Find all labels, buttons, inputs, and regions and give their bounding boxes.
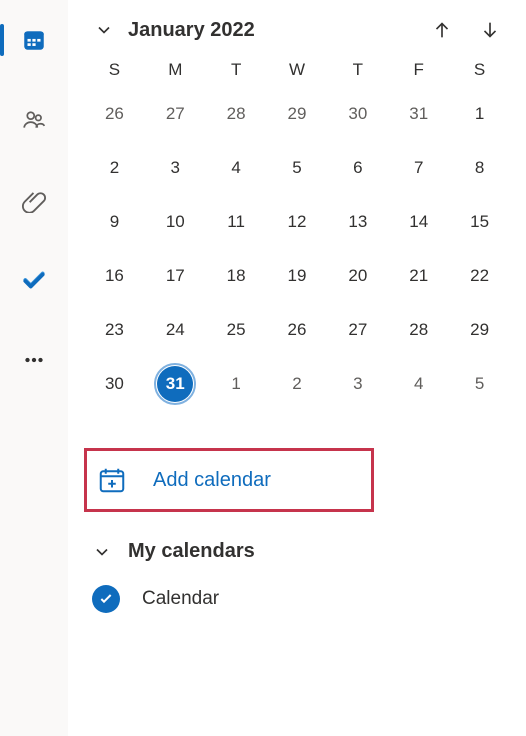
add-calendar-button[interactable]: Add calendar (84, 448, 374, 512)
calendar-list-item[interactable]: Calendar (84, 585, 510, 613)
calendar-day[interactable]: 22 (449, 256, 510, 296)
people-icon (21, 107, 47, 133)
calendar-day[interactable]: 2 (84, 148, 145, 188)
calendar-day[interactable]: 1 (206, 364, 267, 404)
calendar-day[interactable]: 21 (388, 256, 449, 296)
calendar-day[interactable]: 4 (388, 364, 449, 404)
rail-calendar-button[interactable] (10, 16, 58, 64)
attachment-icon (21, 187, 47, 213)
calendar-day[interactable]: 30 (84, 364, 145, 404)
day-of-week-header: W (267, 60, 328, 80)
add-calendar-label: Add calendar (153, 469, 271, 492)
day-of-week-header: F (388, 60, 449, 80)
day-of-week-header: S (84, 60, 145, 80)
month-collapse-toggle[interactable] (92, 18, 116, 42)
rail-files-button[interactable] (10, 176, 58, 224)
calendar-day[interactable]: 28 (206, 94, 267, 134)
calendar-day[interactable]: 18 (206, 256, 267, 296)
today-marker: 31 (157, 366, 193, 402)
calendar-day[interactable]: 15 (449, 202, 510, 242)
chevron-down-icon (94, 20, 114, 40)
calendar-day[interactable]: 16 (84, 256, 145, 296)
calendar-day[interactable]: 5 (449, 364, 510, 404)
calendar-day[interactable]: 17 (145, 256, 206, 296)
calendar-day[interactable]: 5 (267, 148, 328, 188)
calendar-day[interactable]: 31 (145, 364, 206, 404)
calendar-day[interactable]: 6 (327, 148, 388, 188)
add-calendar-icon (97, 465, 127, 495)
arrow-down-icon (479, 19, 501, 41)
calendar-day[interactable]: 23 (84, 310, 145, 350)
rail-people-button[interactable] (10, 96, 58, 144)
calendar-day[interactable]: 2 (267, 364, 328, 404)
calendar-day[interactable]: 26 (267, 310, 328, 350)
rail-more-button[interactable] (10, 336, 58, 384)
mini-calendar-grid: SMTWTFS262728293031123456789101112131415… (84, 60, 510, 404)
calendar-day[interactable]: 10 (145, 202, 206, 242)
calendar-day[interactable]: 28 (388, 310, 449, 350)
prev-month-button[interactable] (430, 18, 454, 42)
check-icon (98, 591, 114, 607)
month-title: January 2022 (128, 19, 418, 42)
calendar-day[interactable]: 9 (84, 202, 145, 242)
calendar-day[interactable]: 1 (449, 94, 510, 134)
calendar-day[interactable]: 12 (267, 202, 328, 242)
chevron-down-icon (92, 542, 112, 562)
my-calendars-label: My calendars (128, 540, 255, 563)
arrow-up-icon (431, 19, 453, 41)
day-of-week-header: T (327, 60, 388, 80)
rail-selection-indicator (0, 24, 4, 56)
calendar-day[interactable]: 3 (327, 364, 388, 404)
calendar-day[interactable]: 27 (145, 94, 206, 134)
calendar-day[interactable]: 29 (267, 94, 328, 134)
calendar-icon (21, 27, 47, 53)
calendar-day[interactable]: 19 (267, 256, 328, 296)
more-icon (21, 347, 47, 373)
calendar-day[interactable]: 11 (206, 202, 267, 242)
my-calendars-toggle[interactable]: My calendars (84, 540, 510, 563)
calendar-day[interactable]: 26 (84, 94, 145, 134)
day-of-week-header: T (206, 60, 267, 80)
calendar-day[interactable]: 20 (327, 256, 388, 296)
calendar-day[interactable]: 14 (388, 202, 449, 242)
calendar-day[interactable]: 13 (327, 202, 388, 242)
day-of-week-header: M (145, 60, 206, 80)
calendar-day[interactable]: 30 (327, 94, 388, 134)
calendar-day[interactable]: 24 (145, 310, 206, 350)
calendar-day[interactable]: 4 (206, 148, 267, 188)
calendar-panel: January 2022 SMTWTFS26272829303112345678… (68, 0, 526, 736)
calendar-day[interactable]: 29 (449, 310, 510, 350)
calendar-visibility-toggle[interactable] (92, 585, 120, 613)
calendar-name: Calendar (142, 588, 219, 610)
calendar-day[interactable]: 7 (388, 148, 449, 188)
month-nav (430, 18, 502, 42)
next-month-button[interactable] (478, 18, 502, 42)
calendar-day[interactable]: 3 (145, 148, 206, 188)
calendar-day[interactable]: 27 (327, 310, 388, 350)
day-of-week-header: S (449, 60, 510, 80)
month-header: January 2022 (84, 18, 510, 42)
app-rail (0, 0, 68, 736)
calendar-day[interactable]: 31 (388, 94, 449, 134)
calendar-day[interactable]: 25 (206, 310, 267, 350)
calendar-day[interactable]: 8 (449, 148, 510, 188)
checkmark-icon (21, 267, 47, 293)
rail-todo-button[interactable] (10, 256, 58, 304)
